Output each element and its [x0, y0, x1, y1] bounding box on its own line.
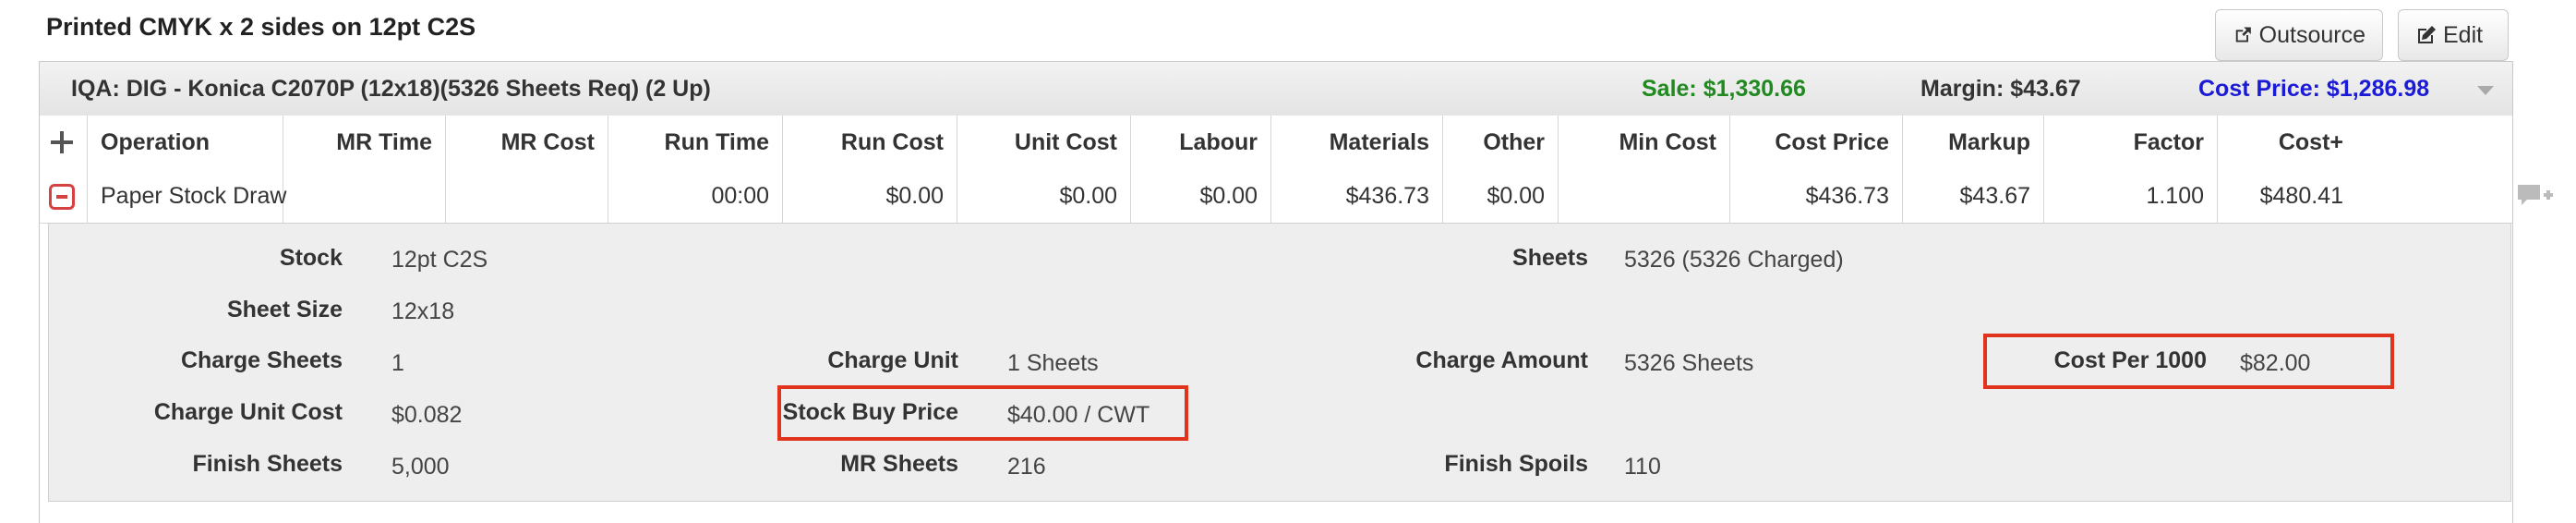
- charge-sheets-label: Charge Sheets: [180, 347, 343, 373]
- charge-amount-label: Charge Amount: [1415, 347, 1588, 373]
- cost-price-total: Cost Price: $1,286.98: [2198, 76, 2430, 102]
- col-other: Other: [1443, 116, 1559, 169]
- col-cost-plus: Cost+: [2278, 129, 2343, 155]
- finish-spoils-value: 110: [1624, 454, 1661, 480]
- iqa-title: IQA: DIG - Konica C2070P (12x18)(5326 Sh…: [71, 76, 711, 102]
- cell-factor: 1.100: [2044, 169, 2218, 223]
- table-row[interactable]: Paper Stock Draw 00:00 $0.00 $0.00 $0.00…: [40, 169, 2512, 224]
- charge-unit-label: Charge Unit: [827, 347, 958, 373]
- col-labour: Labour: [1131, 116, 1271, 169]
- cell-min-cost: [1559, 169, 1730, 223]
- cell-run-time: 00:00: [608, 169, 783, 223]
- cell-operation: Paper Stock Draw: [88, 169, 286, 223]
- cell-cost-price: $436.73: [1730, 169, 1903, 223]
- col-mr-cost: MR Cost: [446, 116, 608, 169]
- edit-button[interactable]: Edit: [2398, 9, 2509, 61]
- cell-markup: $43.67: [1903, 169, 2044, 223]
- col-cost-price: Cost Price: [1730, 116, 1903, 169]
- table-header-row: Operation MR Time MR Cost Run Time Run C…: [40, 116, 2512, 170]
- cell-labour: $0.00: [1131, 169, 1271, 223]
- add-operation-cell[interactable]: [40, 116, 88, 169]
- stock-label: Stock: [279, 245, 343, 271]
- sheets-label: Sheets: [1512, 245, 1588, 271]
- col-unit-cost: Unit Cost: [957, 116, 1131, 169]
- charge-unit-cost-value: $0.082: [391, 402, 463, 428]
- outsource-label: Outsource: [2258, 21, 2365, 48]
- margin-total: Margin: $43.67: [1920, 76, 2081, 102]
- charge-sheets-value: 1: [391, 350, 404, 376]
- outsource-button[interactable]: Outsource: [2215, 9, 2383, 61]
- charge-unit-cost-label: Charge Unit Cost: [153, 399, 343, 425]
- stock-buy-price-highlight: [777, 385, 1188, 441]
- share-icon: [2235, 27, 2251, 43]
- cell-other: $0.00: [1443, 169, 1559, 223]
- finish-sheets-value: 5,000: [391, 454, 450, 480]
- estimate-panel: Printed CMYK x 2 sides on 12pt C2S Outso…: [0, 0, 2576, 523]
- col-markup: Markup: [1903, 116, 2044, 169]
- stock-value: 12pt C2S: [391, 247, 488, 273]
- charge-amount-value: 5326 Sheets: [1624, 350, 1754, 376]
- card-header[interactable]: IQA: DIG - Konica C2070P (12x18)(5326 Sh…: [40, 62, 2512, 116]
- cell-run-cost: $0.00: [783, 169, 957, 223]
- remove-icon[interactable]: [49, 184, 75, 210]
- add-comment-icon[interactable]: [2516, 182, 2555, 210]
- plus-icon[interactable]: [51, 131, 73, 153]
- col-operation: Operation: [88, 116, 283, 169]
- sheets-value: 5326 (5326 Charged): [1624, 247, 1844, 273]
- col-factor: Factor: [2044, 116, 2218, 169]
- collapse-caret-icon[interactable]: [2477, 86, 2494, 95]
- charge-unit-value: 1 Sheets: [1007, 350, 1099, 376]
- cell-cost-plus: $480.41: [2259, 183, 2343, 209]
- remove-operation-cell[interactable]: [40, 169, 88, 223]
- cell-unit-cost: $0.00: [957, 169, 1131, 223]
- mr-sheets-value: 216: [1007, 454, 1046, 480]
- section-title: Printed CMYK x 2 sides on 12pt C2S: [46, 13, 476, 41]
- cell-mr-time: [283, 169, 446, 223]
- cell-mr-cost: [446, 169, 608, 223]
- sale-total: Sale: $1,330.66: [1642, 76, 1806, 102]
- sheet-size-label: Sheet Size: [226, 297, 343, 322]
- cost-per-1000-highlight: [1983, 334, 2394, 389]
- cell-materials: $436.73: [1271, 169, 1443, 223]
- finish-spoils-label: Finish Spoils: [1444, 451, 1588, 477]
- col-run-time: Run Time: [608, 116, 783, 169]
- mr-sheets-label: MR Sheets: [840, 451, 958, 477]
- col-min-cost: Min Cost: [1559, 116, 1730, 169]
- edit-icon: [2418, 26, 2436, 43]
- col-run-cost: Run Cost: [783, 116, 957, 169]
- finish-sheets-label: Finish Sheets: [192, 451, 343, 477]
- operation-details-panel: Stock 12pt C2S Sheets 5326 (5326 Charged…: [48, 223, 2511, 502]
- col-materials: Materials: [1271, 116, 1443, 169]
- col-mr-time: MR Time: [283, 116, 446, 169]
- sheet-size-value: 12x18: [391, 298, 455, 324]
- edit-label: Edit: [2443, 21, 2484, 48]
